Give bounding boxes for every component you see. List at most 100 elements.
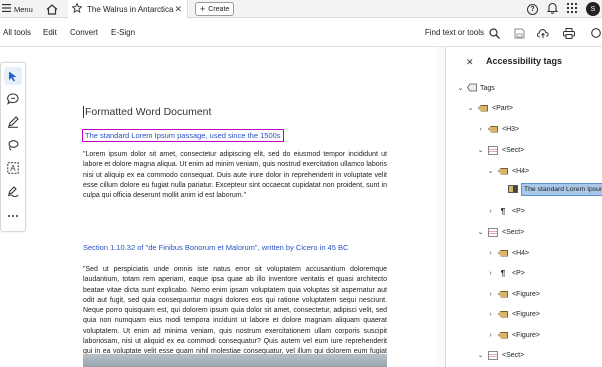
tree-item-p[interactable]: › ¶ <P> (486, 266, 525, 280)
save-icon[interactable] (513, 27, 525, 39)
create-label: Create (208, 5, 230, 13)
tag-icon (498, 249, 508, 257)
document-tab[interactable]: The Walrus in Antarctica ✕ (68, 0, 188, 18)
tree-item-figure[interactable]: › <Figure> (486, 287, 540, 301)
menu-bar: All tools Edit Convert E-Sign Find text … (0, 18, 602, 47)
paragraph-1[interactable]: "Lorem ipsum dolor sit amet, consectetur… (83, 150, 387, 201)
top-right-icons: ? S (527, 0, 600, 18)
document-scroll-track[interactable] (436, 47, 445, 367)
tag-icon (498, 290, 508, 298)
document-page: Formatted Word Document The standard Lor… (74, 47, 394, 367)
tree-label: <Figure> (512, 290, 541, 298)
create-button[interactable]: + Create (195, 2, 235, 16)
select-arrow-icon[interactable] (4, 67, 22, 85)
chevron-right-icon[interactable]: › (486, 332, 495, 339)
tree-label: Tags (480, 84, 495, 92)
tree-item-tags[interactable]: ⌄ Tags (456, 81, 495, 95)
tree-label: <H3> (502, 125, 520, 133)
chevron-down-icon[interactable]: ⌄ (476, 351, 485, 359)
tree-item-part[interactable]: ⌄ <Part> (466, 101, 513, 115)
panel-header: ✕ Accessibility tags (446, 47, 602, 77)
tree-item-p[interactable]: › ¶ <P> (486, 204, 525, 218)
tree-label: <P> (512, 207, 525, 215)
hamburger-icon (2, 4, 11, 14)
print-icon[interactable] (563, 27, 575, 39)
tree-label: <H4> (512, 167, 530, 175)
avatar[interactable]: S (586, 2, 600, 16)
home-icon[interactable] (46, 0, 58, 18)
close-tab-icon[interactable]: ✕ (174, 4, 182, 15)
more-tools-icon[interactable] (4, 207, 22, 225)
menu-button[interactable]: Menu (2, 0, 33, 18)
tree-label: <H4> (512, 249, 530, 257)
cloud-upload-icon[interactable] (537, 27, 549, 39)
chevron-right-icon[interactable]: › (486, 291, 495, 298)
bell-icon[interactable] (546, 2, 559, 16)
tree-item-figure[interactable]: › <Figure> (486, 328, 540, 342)
all-tools-menu[interactable]: All tools (3, 18, 31, 47)
svg-text:A: A (10, 164, 16, 173)
chevron-right-icon[interactable]: › (486, 270, 495, 277)
tree-item-figure[interactable]: › <Figure> (486, 307, 540, 321)
tree-item-h3[interactable]: › <H3> (476, 122, 519, 136)
tree-item-sect[interactable]: ⌄ <Sect> (476, 143, 524, 157)
panel-title: Accessibility tags (486, 56, 563, 66)
paragraph-2[interactable]: "Sed ut perspiciatis unde omnis iste nat… (83, 265, 387, 367)
tree-item-sect[interactable]: ⌄ <Sect> (476, 348, 524, 362)
lasso-icon[interactable] (4, 136, 22, 154)
tree-label: <Figure> (512, 310, 541, 318)
chevron-down-icon[interactable]: ⌄ (466, 104, 475, 112)
convert-menu[interactable]: Convert (70, 18, 98, 47)
accessibility-tags-panel: ✕ Accessibility tags ⌄ Tags ⌄ <Part> › <… (446, 47, 602, 367)
paragraph-icon: ¶ (500, 206, 506, 216)
more-options-icon[interactable] (590, 27, 602, 39)
pen-draw-icon[interactable] (4, 113, 22, 131)
tag-icon (488, 125, 498, 133)
chevron-down-icon[interactable]: ⌄ (456, 84, 465, 92)
chevron-down-icon[interactable]: ⌄ (476, 146, 485, 154)
tree-label: <Part> (492, 104, 514, 112)
section-heading[interactable]: Section 1.10.32 of "de Finibus Bonorum e… (83, 243, 348, 252)
selected-heading[interactable]: The standard Lorem Ipsum passage, used s… (82, 129, 284, 142)
left-toolbar: A (0, 62, 26, 232)
find-text-or-tools[interactable]: Find text or tools (425, 18, 484, 47)
section-icon (488, 145, 498, 155)
edit-menu[interactable]: Edit (43, 18, 57, 47)
document-title-text: Formatted Word Document (85, 106, 212, 118)
tag-root-icon (467, 83, 477, 94)
section-icon (488, 350, 498, 360)
chevron-right-icon[interactable]: › (486, 250, 495, 257)
comment-icon[interactable] (4, 90, 22, 108)
tree-label: <Figure> (512, 331, 541, 339)
tree-label-selected: The standard Lorem Ipsum (521, 182, 602, 196)
document-title[interactable]: Formatted Word Document (83, 106, 212, 119)
text-cursor (83, 106, 84, 119)
chevron-down-icon[interactable]: ⌄ (476, 228, 485, 236)
text-box-icon[interactable]: A (4, 159, 22, 177)
tree-item-h4[interactable]: › <H4> (486, 246, 529, 260)
chevron-right-icon[interactable]: › (486, 208, 495, 215)
tree-item-sect[interactable]: ⌄ <Sect> (476, 225, 524, 239)
chevron-down-icon[interactable]: ⌄ (486, 167, 495, 175)
tree-label: <Sect> (502, 351, 525, 359)
paragraph-icon: ¶ (500, 268, 506, 278)
figure-image[interactable] (83, 354, 387, 367)
tag-icon (498, 331, 508, 339)
menu-label: Menu (14, 4, 33, 14)
help-icon[interactable]: ? (527, 3, 538, 15)
tree-item-text-content[interactable]: The standard Lorem Ipsum (506, 182, 602, 196)
chevron-right-icon[interactable]: › (486, 311, 495, 318)
close-panel-icon[interactable]: ✕ (466, 57, 474, 68)
apps-grid-icon[interactable] (567, 3, 577, 15)
section-icon (488, 227, 498, 237)
tree-label: <P> (512, 269, 525, 277)
plus-icon: + (200, 4, 206, 14)
search-icon[interactable] (488, 27, 500, 39)
tree-item-h4[interactable]: ⌄ <H4> (486, 164, 529, 178)
signature-icon[interactable] (4, 182, 22, 200)
star-icon[interactable] (71, 2, 83, 15)
tab-title: The Walrus in Antarctica (87, 4, 174, 14)
esign-menu[interactable]: E-Sign (111, 18, 135, 47)
chevron-right-icon[interactable]: › (476, 126, 485, 133)
top-bar: Menu The Walrus in Antarctica ✕ + Create… (0, 0, 602, 18)
